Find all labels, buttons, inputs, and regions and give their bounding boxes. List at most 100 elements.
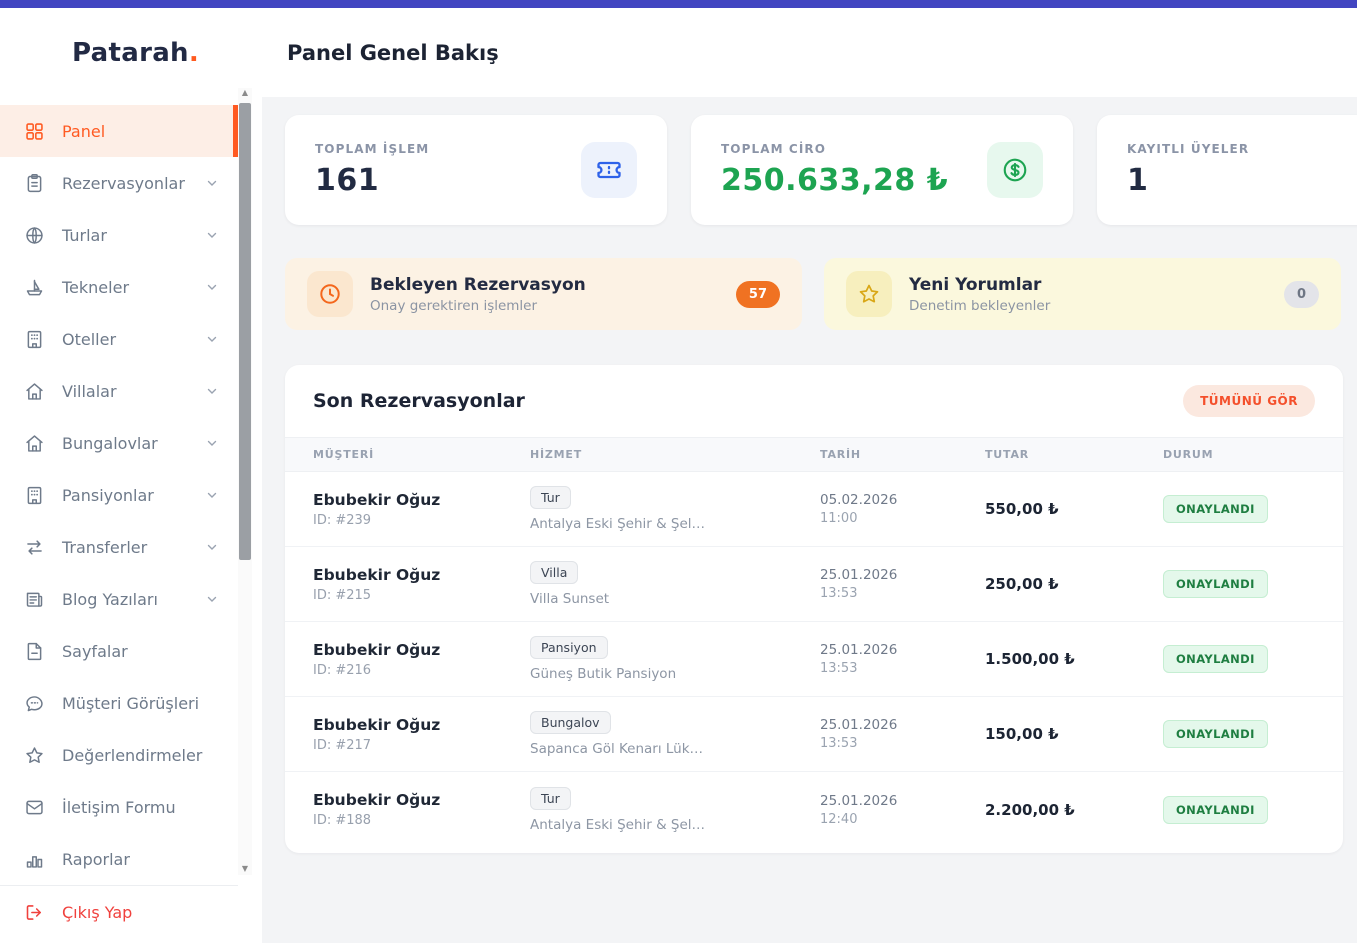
reservation-amount: 550,00 ₺ [985,500,1163,518]
brand-name: Patarah [72,38,189,68]
status-badge: ONAYLANDI [1163,570,1268,598]
reservation-date: 25.01.2026 [820,642,985,658]
table-row: Ebubekir OğuzID: #215 VillaVilla Sunset … [285,547,1343,622]
reservation-amount: 250,00 ₺ [985,575,1163,593]
chevron-down-icon [205,488,219,502]
sidebar-item-label: Tekneler [62,278,129,297]
sidebar-item-oteller[interactable]: Oteller [0,313,238,365]
reservation-time: 13:53 [820,661,985,676]
sidebar-item-transferler[interactable]: Transferler [0,521,238,573]
pending-reservations-alert[interactable]: Bekleyen Rezervasyon Onay gerektiren işl… [285,258,802,330]
reservation-time: 11:00 [820,511,985,526]
column-header-tarih: TARİH [820,448,985,461]
star-icon [24,745,45,766]
sidebar-item-sayfalar[interactable]: Sayfalar [0,625,238,677]
page-title: Panel Genel Bakış [262,8,499,97]
reservation-date: 25.01.2026 [820,717,985,733]
chevron-down-icon [205,280,219,294]
clock-icon [307,271,353,317]
sidebar-item-degerlendirmeler[interactable]: Değerlendirmeler [0,729,238,781]
service-type-tag: Tur [530,486,571,509]
column-header-hizmet: HİZMET [530,448,820,461]
customer-name: Ebubekir Oğuz [313,641,530,659]
column-header-tutar: TUTAR [985,448,1163,461]
service-name: Antalya Eski Şehir & Şel… [530,516,820,532]
chevron-down-icon [205,176,219,190]
service-type-tag: Villa [530,561,578,584]
alert-subtitle: Onay gerektiren işlemler [370,298,586,314]
home-icon [24,433,45,454]
sidebar-item-rezervasyonlar[interactable]: Rezervasyonlar [0,157,238,209]
service-name: Sapanca Göl Kenarı Lük… [530,741,820,757]
customer-name: Ebubekir Oğuz [313,791,530,809]
scroll-up-icon[interactable]: ▲ [238,88,252,98]
building-icon [24,329,45,350]
star-icon [846,271,892,317]
service-type-tag: Tur [530,787,571,810]
table-row: Ebubekir Oğuz ID: #188 Tur Antalya Eski Şe… [285,772,1343,847]
sidebar-item-raporlar[interactable]: Raporlar [0,833,238,885]
reservation-date: 25.01.2026 [820,567,985,583]
grid-icon [24,121,45,142]
new-comments-alert[interactable]: Yeni Yorumlar Denetim bekleyenler 0 [824,258,1341,330]
building-icon [24,485,45,506]
sidebar-item-blog-yazilari[interactable]: Blog Yazıları [0,573,238,625]
sidebar-item-label: Müşteri Görüşleri [62,694,199,713]
table-row: Ebubekir OğuzID: #217 BungalovSapanca Gö… [285,697,1343,772]
status-badge: ONAYLANDI [1163,495,1268,523]
sidebar-item-label: Pansiyonlar [62,486,154,505]
column-header-musteri: MÜŞTERİ [313,448,530,461]
service-name: Antalya Eski Şehir & Şel… [530,817,820,833]
sidebar-item-bungalovlar[interactable]: Bungalovlar [0,417,238,469]
reservation-amount: 150,00 ₺ [985,725,1163,743]
view-all-button[interactable]: TÜMÜNÜ GÖR [1183,385,1315,417]
newspaper-icon [24,589,45,610]
sidebar-item-iletisim-formu[interactable]: İletişim Formu [0,781,238,833]
chevron-down-icon [205,592,219,606]
count-badge: 57 [736,281,780,308]
customer-name: Ebubekir Oğuz [313,566,530,584]
reservation-time: 13:53 [820,736,985,751]
chevron-down-icon [205,540,219,554]
reservation-id: ID: #188 [313,813,530,828]
stat-card-toplam-ciro: TOPLAM CİRO 250.633,28 ₺ [691,115,1073,225]
stat-value: 250.633,28 ₺ [721,163,948,198]
reservation-time: 12:40 [820,812,985,827]
sidebar-item-label: Sayfalar [62,642,128,661]
sidebar-nav: Panel Rezervasyonlar Turlar Tekneler Ote… [0,97,262,885]
sidebar-item-label: Rezervasyonlar [62,174,185,193]
scrollbar-thumb[interactable] [239,103,251,560]
stat-label: TOPLAM İŞLEM [315,142,429,156]
sidebar-item-panel[interactable]: Panel [0,105,238,157]
reservation-id: ID: #215 [313,588,530,603]
dollar-icon [987,142,1043,198]
scroll-down-icon[interactable]: ▼ [238,864,252,874]
stat-value: 161 [315,163,429,198]
sidebar-scrollbar[interactable]: ▲ ▼ [238,88,252,875]
service-type-tag: Pansiyon [530,636,608,659]
chevron-down-icon [205,228,219,242]
globe-icon [24,225,45,246]
clipboard-icon [24,173,45,194]
logout-label: Çıkış Yap [62,903,132,922]
count-badge: 0 [1284,281,1319,308]
alerts-row: Bekleyen Rezervasyon Onay gerektiren işl… [285,258,1341,330]
page-icon [24,641,45,662]
sidebar-item-tekneler[interactable]: Tekneler [0,261,238,313]
sidebar-item-label: Değerlendirmeler [62,746,202,765]
sidebar-item-turlar[interactable]: Turlar [0,209,238,261]
sidebar-item-label: Oteller [62,330,116,349]
sidebar-item-label: Panel [62,122,105,141]
service-name: Güneş Butik Pansiyon [530,666,820,682]
logo[interactable]: Patarah. [0,8,262,97]
logout-button[interactable]: Çıkış Yap [0,886,238,938]
status-badge: ONAYLANDI [1163,645,1268,673]
reservation-id: ID: #216 [313,663,530,678]
sidebar-item-villalar[interactable]: Villalar [0,365,238,417]
sidebar-item-pansiyonlar[interactable]: Pansiyonlar [0,469,238,521]
reservation-date: 25.01.2026 [820,793,985,809]
reservation-time: 13:53 [820,586,985,601]
sidebar-item-musteri-gorusleri[interactable]: Müşteri Görüşleri [0,677,238,729]
stat-card-kayitli-uyeler: KAYITLI ÜYELER 1 [1097,115,1357,225]
chevron-down-icon [205,436,219,450]
